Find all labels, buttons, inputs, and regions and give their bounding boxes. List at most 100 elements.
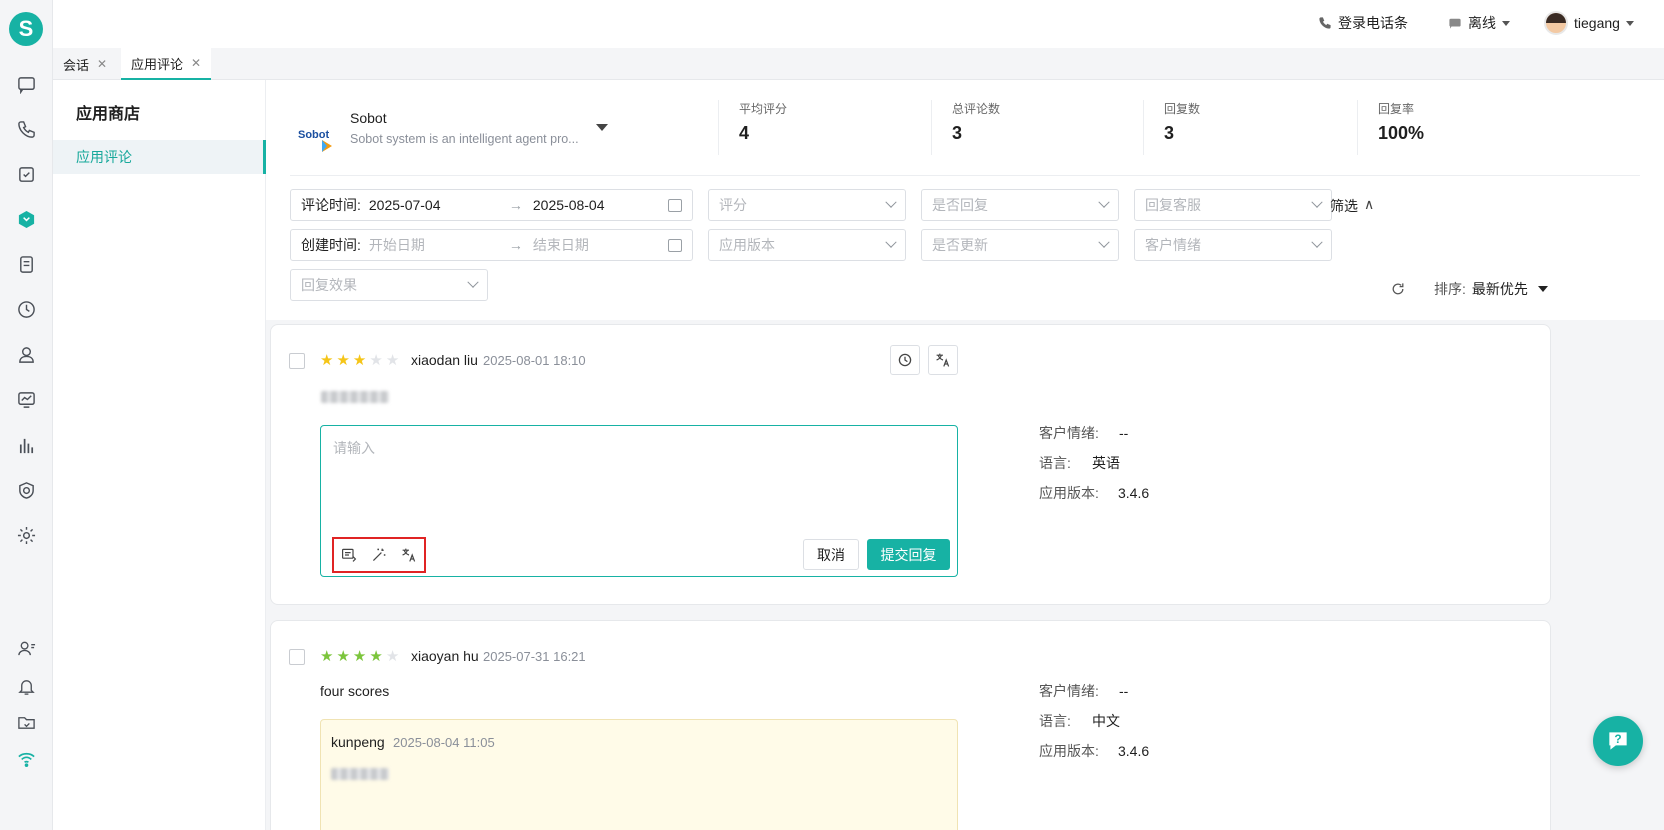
close-icon[interactable]: ✕ <box>191 56 201 70</box>
reply-editor[interactable]: 请输入 取消 提交回复 <box>320 425 958 577</box>
reply-author: kunpeng <box>331 734 385 750</box>
sort-value: 最新优先 <box>1471 281 1528 297</box>
tab-label: 应用评论 <box>131 56 184 72</box>
message-status-icon <box>1449 18 1461 29</box>
range-arrow: → <box>508 197 523 213</box>
updated-placeholder: 是否更新 <box>932 237 988 253</box>
version-value: 3.4.6 <box>1118 743 1150 759</box>
app-description: Sobot system is an intelligent agent pro… <box>350 132 579 146</box>
review-time-end[interactable]: 2025-08-04 <box>533 197 605 213</box>
review-time-range[interactable]: 评论时间: 2025-07-04 → 2025-08-04 <box>290 189 693 221</box>
reply-input[interactable]: 请输入 <box>333 438 375 458</box>
stat-value: 3 <box>952 123 963 143</box>
reviewer-name: xiaodan liu <box>411 352 478 368</box>
create-time-end[interactable]: 结束日期 <box>533 235 589 255</box>
folder-icon[interactable] <box>14 710 38 734</box>
security-icon[interactable] <box>14 478 38 502</box>
star-icon: ★ <box>352 648 367 665</box>
star-icon: ★ <box>385 352 400 369</box>
tab-app-reviews[interactable]: 应用评论 ✕ <box>121 48 212 80</box>
report-icon[interactable] <box>14 433 38 457</box>
divider <box>290 175 1640 176</box>
translate-button[interactable] <box>928 345 958 375</box>
chevron-down-icon <box>1098 236 1110 248</box>
stat-average-rating: 平均评分 4 <box>718 100 787 155</box>
translate-icon <box>936 353 950 367</box>
review-checkbox[interactable] <box>289 649 305 665</box>
close-icon[interactable]: ✕ <box>97 57 107 71</box>
star-icon: ★ <box>320 352 334 369</box>
sort-dropdown[interactable]: 排序: 最新优先 <box>1434 279 1548 299</box>
main-content: Sobot Sobot Sobot system is an intellige… <box>266 80 1664 830</box>
template-icon[interactable] <box>341 547 357 563</box>
status-dropdown[interactable]: 离线 <box>1448 13 1510 33</box>
language-label: 语言: <box>1039 455 1071 471</box>
review-card: ★ ★ ★ ★ ★ xiaodan liu 2025-08-01 18:10 请… <box>270 324 1551 605</box>
refresh-icon[interactable] <box>1390 281 1406 297</box>
review-checkbox[interactable] <box>289 353 305 369</box>
star-icon: ★ <box>352 352 367 369</box>
user-menu[interactable]: tiegang <box>1544 11 1634 35</box>
bell-icon[interactable] <box>14 674 38 698</box>
settings-icon[interactable] <box>14 523 38 547</box>
tab-chat[interactable]: 会话 ✕ <box>53 48 117 80</box>
phone-small-icon <box>1319 17 1331 29</box>
stat-value: 100% <box>1378 123 1425 143</box>
wifi-icon <box>14 746 38 770</box>
reply-effect-select[interactable]: 回复效果 <box>290 269 488 301</box>
brand-logo[interactable]: S <box>9 12 43 46</box>
phone-bar-login[interactable]: 登录电话条 <box>1318 13 1408 33</box>
existing-reply: kunpeng 2025-08-04 11:05 <box>320 719 958 830</box>
star-icon: ★ <box>336 352 350 369</box>
stat-value: 3 <box>1164 123 1175 143</box>
sort-label: 排序: <box>1434 281 1466 297</box>
history-button[interactable] <box>890 345 920 375</box>
avatar <box>1544 11 1568 35</box>
create-time-start[interactable]: 开始日期 <box>369 235 499 255</box>
document-icon[interactable] <box>14 252 38 276</box>
language-label: 语言: <box>1039 713 1071 729</box>
updated-select[interactable]: 是否更新 <box>921 229 1119 261</box>
app-store-icon[interactable] <box>14 207 38 231</box>
sentiment-label: 客户情绪: <box>1039 683 1099 699</box>
user-name: tiegang <box>1574 15 1620 31</box>
reply-toolset <box>332 537 426 573</box>
task-icon[interactable] <box>14 162 38 186</box>
phone-bar-label: 登录电话条 <box>1338 15 1408 31</box>
reply-agent-select[interactable]: 回复客服 <box>1134 189 1332 221</box>
star-rating: ★ ★ ★ ★ ★ <box>320 353 399 368</box>
app-version-select[interactable]: 应用版本 <box>708 229 906 261</box>
customer-icon[interactable] <box>14 342 38 366</box>
stat-label: 回复数 <box>1164 102 1201 116</box>
cancel-button[interactable]: 取消 <box>803 539 859 570</box>
sobot-app-logo: Sobot <box>296 116 336 156</box>
monitor-icon[interactable] <box>14 387 38 411</box>
magic-wand-icon[interactable] <box>371 547 387 563</box>
review-time-start[interactable]: 2025-07-04 <box>369 197 499 213</box>
translate-icon[interactable] <box>401 547 417 563</box>
create-time-range[interactable]: 创建时间: 开始日期 → 结束日期 <box>290 229 693 261</box>
stat-reply-count: 回复数 3 <box>1143 100 1200 155</box>
phone-icon[interactable] <box>14 117 38 141</box>
history-icon[interactable] <box>14 297 38 321</box>
agent-status-icon[interactable] <box>14 636 38 660</box>
rating-select[interactable]: 评分 <box>708 189 906 221</box>
chevron-down-icon <box>885 196 897 208</box>
version-label: 应用版本: <box>1039 485 1099 501</box>
help-button[interactable]: ? <box>1593 716 1643 766</box>
chat-icon[interactable] <box>14 72 38 96</box>
replied-select[interactable]: 是否回复 <box>921 189 1119 221</box>
submit-reply-button[interactable]: 提交回复 <box>867 539 950 570</box>
rating-placeholder: 评分 <box>719 197 747 213</box>
review-list: ★ ★ ★ ★ ★ xiaodan liu 2025-08-01 18:10 请… <box>266 320 1664 830</box>
star-icon: ★ <box>385 648 400 665</box>
review-time-label: 评论时间: <box>301 197 361 213</box>
chevron-down-icon <box>1625 20 1634 26</box>
review-card: ★ ★ ★ ★ ★ xiaoyan hu 2025-07-31 16:21 fo… <box>270 620 1551 830</box>
filter-toggle[interactable]: 筛选 ∧ <box>1330 196 1374 216</box>
sentiment-select[interactable]: 客户情绪 <box>1134 229 1332 261</box>
chevron-down-icon <box>1311 236 1323 248</box>
sidebar-item-app-reviews[interactable]: 应用评论 <box>53 140 266 174</box>
app-select-dropdown-icon[interactable] <box>596 124 608 131</box>
chevron-down-icon <box>885 236 897 248</box>
